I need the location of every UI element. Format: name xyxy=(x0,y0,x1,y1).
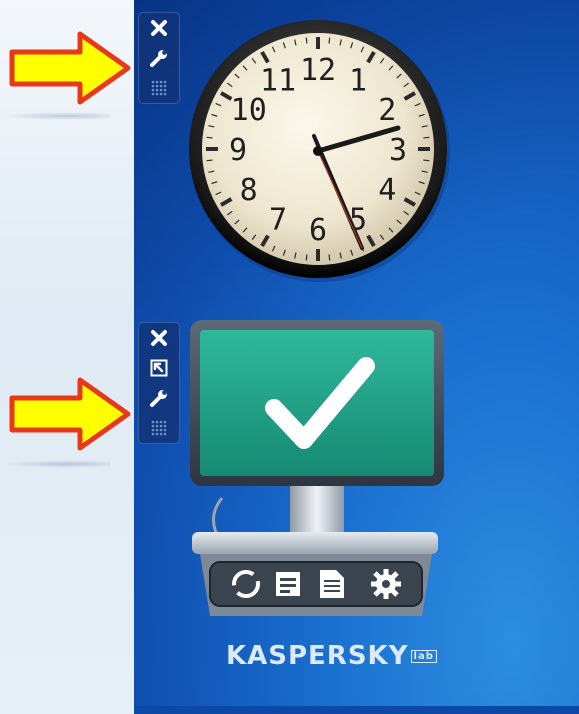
clock-numeral: 7 xyxy=(269,202,287,237)
monitor-stand xyxy=(290,486,344,532)
clock-minor-tick xyxy=(206,159,213,162)
kaspersky-logo: KASPERSKY lab xyxy=(226,636,437,676)
drag-grip-icon xyxy=(151,420,167,436)
clock-numeral: 3 xyxy=(389,133,407,168)
wrench-icon xyxy=(150,50,167,67)
clock-numeral: 6 xyxy=(309,213,327,248)
close-button[interactable] xyxy=(139,323,179,353)
clock-minor-tick xyxy=(305,254,308,261)
annotation-arrow-icon xyxy=(9,31,131,105)
clock-numeral: 4 xyxy=(378,173,396,208)
kaspersky-gadget-toolbar xyxy=(138,322,180,444)
clock-numeral: 8 xyxy=(240,173,258,208)
clock-minor-tick xyxy=(328,254,331,261)
close-button[interactable] xyxy=(139,13,179,43)
scan-button[interactable] xyxy=(276,572,300,596)
wrench-icon xyxy=(150,390,167,407)
clock-minor-tick xyxy=(423,159,430,162)
desktop-bottom-edge xyxy=(134,706,579,714)
clock-minor-tick xyxy=(305,37,308,44)
options-button[interactable] xyxy=(139,383,179,413)
kaspersky-gadget[interactable] xyxy=(186,318,446,638)
monitor-screen xyxy=(200,330,434,476)
clock-numeral: 2 xyxy=(378,93,396,128)
clock-gadget[interactable]: 12 1234567891011 xyxy=(186,16,458,288)
annotation-arrow-icon xyxy=(9,377,131,451)
settings-button[interactable] xyxy=(371,569,401,599)
clock-center xyxy=(313,146,323,156)
close-icon xyxy=(151,330,167,346)
larger-size-button[interactable] xyxy=(139,353,179,383)
kaspersky-logo-lab: lab xyxy=(410,649,437,663)
drag-handle[interactable] xyxy=(139,73,179,103)
clock-minor-tick xyxy=(423,136,430,139)
clock-minor-tick xyxy=(328,37,331,44)
close-icon xyxy=(151,20,167,36)
left-background xyxy=(0,0,134,714)
clock-numeral: 1 xyxy=(349,64,367,99)
clock-numeral: 12 xyxy=(300,53,336,88)
monitor-base-top xyxy=(192,532,438,554)
options-button[interactable] xyxy=(139,43,179,73)
clock-minor-tick xyxy=(206,136,213,139)
kaspersky-logo-text: KASPERSKY xyxy=(226,641,409,671)
drag-grip-icon xyxy=(151,80,167,96)
clock-gadget-toolbar xyxy=(138,12,180,104)
expand-icon xyxy=(150,359,168,377)
drag-handle[interactable] xyxy=(139,413,179,443)
clock-numeral: 11 xyxy=(260,64,296,99)
background-streak xyxy=(0,112,110,120)
clock-numeral: 9 xyxy=(229,133,247,168)
background-streak xyxy=(0,460,110,468)
